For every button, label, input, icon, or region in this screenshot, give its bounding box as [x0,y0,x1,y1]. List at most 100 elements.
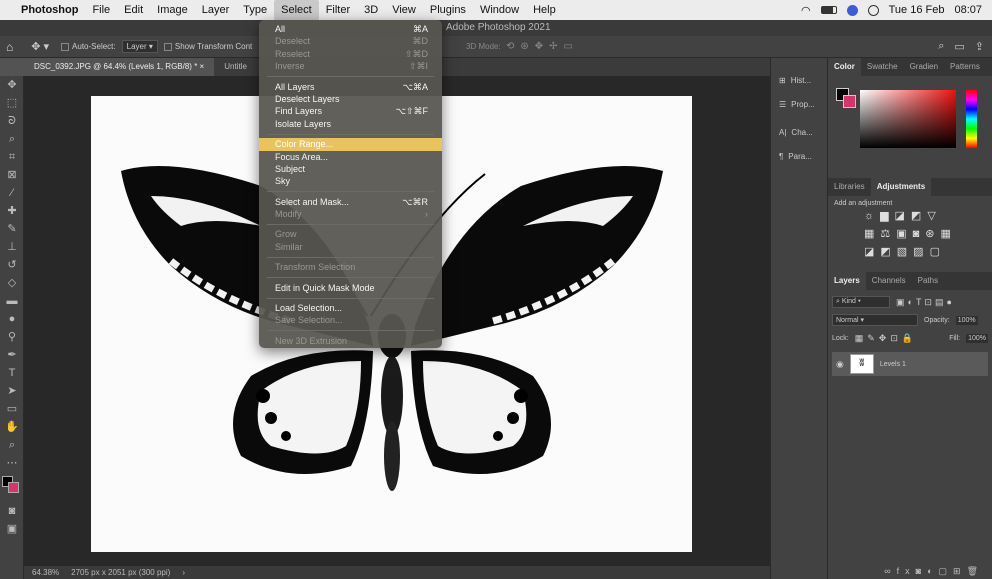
menu-item-all[interactable]: All ⌘A [259,23,442,35]
visibility-eye-icon[interactable]: ◉ [836,359,844,370]
dock-history[interactable]: ⊞ Hist... [771,68,827,92]
healing-tool-icon[interactable]: ✚ [0,202,24,220]
menu-view[interactable]: View [385,0,423,20]
menu-select[interactable]: Select [274,0,319,20]
tab-document[interactable]: DSC_0392.JPG @ 64.4% (Levels 1, RGB/8) *… [24,58,215,76]
pen-tool-icon[interactable]: ✒ [0,346,24,364]
menu-file[interactable]: File [85,0,117,20]
zoom-level[interactable]: 64.38% [32,566,59,579]
siri-icon[interactable] [867,4,879,16]
screen-mode-icon[interactable]: ▣ [0,520,24,538]
type-tool-icon[interactable]: T [0,364,24,382]
layer-name[interactable]: Levels 1 [880,361,906,368]
tab-color[interactable]: Color [828,58,861,76]
menu-edit[interactable]: Edit [117,0,150,20]
crop-tool-icon[interactable]: ⌗ [0,148,24,166]
menu-item-focus-area[interactable]: Focus Area... [259,151,442,163]
menu-type[interactable]: Type [236,0,274,20]
gradient-tool-icon[interactable]: ▬ [0,292,24,310]
move-tool-icon[interactable]: ✥ ▾ [31,40,49,53]
layer-row[interactable]: ◉ ʬ Levels 1 [832,352,988,376]
menu-image[interactable]: Image [150,0,195,20]
menu-time[interactable]: 08:07 [954,4,982,16]
tab-layers[interactable]: Layers [828,272,866,290]
auto-select-checkbox[interactable]: Auto-Select: [61,42,116,51]
path-select-tool-icon[interactable]: ➤ [0,382,24,400]
kind-filter[interactable]: ⌕ Kind ▾ [832,296,890,308]
more-tools-icon[interactable]: ⋯ [0,454,24,472]
wifi-icon[interactable]: ◠ [801,4,811,17]
filter-icons[interactable]: ▣◐T⊡▤● [896,297,955,308]
status-chevron-icon[interactable]: › [182,566,185,579]
show-transform-checkbox[interactable]: Show Transform Cont [163,42,252,51]
tab-paths[interactable]: Paths [912,272,944,290]
rectangle-tool-icon[interactable]: ▭ [0,400,24,418]
frame-tool-icon[interactable]: ⊠ [0,166,24,184]
tab-gradients[interactable]: Gradien [904,58,944,76]
search-icon[interactable]: ⌕ [938,40,944,53]
history-brush-tool-icon[interactable]: ↺ [0,256,24,274]
menu-item-find-layers[interactable]: Find Layers ⌥⇧⌘F [259,105,442,117]
lasso-tool-icon[interactable]: ᘐ [0,112,24,130]
blur-tool-icon[interactable]: ● [0,310,24,328]
color-field[interactable] [860,90,956,148]
share-icon[interactable]: ⇪ [975,40,984,53]
background-color[interactable] [8,482,19,493]
tab-patterns[interactable]: Patterns [944,58,986,76]
menu-plugins[interactable]: Plugins [423,0,473,20]
home-icon[interactable]: ⌂ [6,40,13,54]
quick-mask-icon[interactable]: ◙ [0,502,24,520]
fg-bg-swatch[interactable] [836,88,860,112]
dock-properties[interactable]: ☰ Prop... [771,92,827,116]
dock-paragraph[interactable]: ¶ Para... [771,144,827,168]
blend-mode-dropdown[interactable]: Normal ▾ [832,314,918,326]
apple-menu[interactable] [0,0,14,20]
stamp-tool-icon[interactable]: ⊥ [0,238,24,256]
tab-channels[interactable]: Channels [866,272,912,290]
menu-filter[interactable]: Filter [319,0,357,20]
opacity-field[interactable]: 100% [955,315,978,325]
battery-icon[interactable] [820,6,837,14]
menu-item-isolate-layers[interactable]: Isolate Layers [259,118,442,130]
zoom-tool-icon[interactable]: ⌕ [0,436,24,454]
hand-tool-icon[interactable]: ✋ [0,418,24,436]
menu-item-color-range[interactable]: Color Range... [259,138,442,151]
menu-item-load-selection[interactable]: Load Selection... [259,302,442,314]
checkbox-box[interactable] [163,42,172,51]
hue-slider[interactable] [966,90,977,148]
lock-icons[interactable]: ▦✎✥⊡🔒 [855,333,917,344]
menu-item-deselect-layers[interactable]: Deselect Layers [259,93,442,105]
menu-item-sky[interactable]: Sky [259,175,442,187]
tab-adjustments[interactable]: Adjustments [870,178,932,196]
background-color[interactable] [843,95,856,108]
tab-untitled[interactable]: Untitle [214,58,257,76]
move-tool-icon[interactable]: ✥ [0,76,24,94]
workspace-icon[interactable]: ▭ [954,40,964,53]
tab-libraries[interactable]: Libraries [828,178,871,196]
quick-select-tool-icon[interactable]: ⌕ [0,130,24,148]
menu-layer[interactable]: Layer [195,0,237,20]
dodge-tool-icon[interactable]: ⚲ [0,328,24,346]
adjustment-icons[interactable]: ☼▆◪◩▽ ▦⚖▣◙⊛▦ ◪◩▧▨▢ [834,207,986,261]
menu-window[interactable]: Window [473,0,526,20]
menu-help[interactable]: Help [526,0,563,20]
menu-item-select-and-mask[interactable]: Select and Mask... ⌥⌘R [259,196,442,208]
layer-thumbnail[interactable]: ʬ [849,354,874,374]
menu-3d[interactable]: 3D [357,0,385,20]
menu-date[interactable]: Tue 16 Feb [889,4,945,16]
layers-footer-icons[interactable]: ∞fx◙◐▢⊞🗑 [828,566,992,577]
tab-swatches[interactable]: Swatche [861,58,904,76]
menu-item-all-layers[interactable]: All Layers ⌥⌘A [259,81,442,93]
marquee-tool-icon[interactable]: ⬚ [0,94,24,112]
control-center-icon[interactable] [846,4,858,16]
eraser-tool-icon[interactable]: ◇ [0,274,24,292]
color-swatches[interactable] [0,472,23,502]
app-menu[interactable]: Photoshop [14,0,85,20]
fill-field[interactable]: 100% [966,333,988,343]
menu-item-subject[interactable]: Subject [259,163,442,175]
dock-character[interactable]: A| Cha... [771,120,827,144]
checkbox-box[interactable] [61,42,70,51]
brush-tool-icon[interactable]: ✎ [0,220,24,238]
layer-dropdown[interactable]: Layer ▾ [121,40,158,53]
menu-item-edit-in-quick-mask-mode[interactable]: Edit in Quick Mask Mode [259,282,442,294]
